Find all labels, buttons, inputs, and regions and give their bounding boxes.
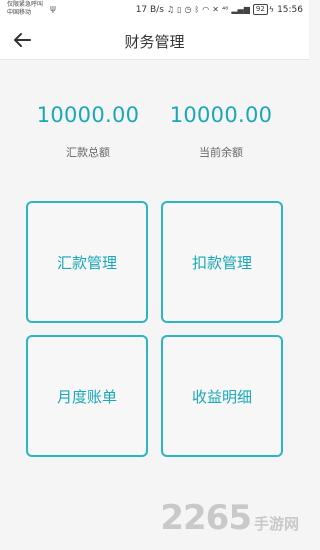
remit-total-value: 10000.00 — [36, 103, 140, 127]
charging-icon: ϟ — [268, 5, 275, 14]
remittance-management-button[interactable]: 汇款管理 — [26, 201, 148, 323]
tile-label: 汇款管理 — [56, 253, 117, 272]
summary-panel: 10000.00 汇款总额 10000.00 当前余额 — [0, 100, 309, 170]
page-title: 财务管理 — [124, 33, 185, 51]
headphones-icon: ♫ — [166, 5, 175, 14]
clock: 15:56 — [277, 4, 303, 15]
current-balance-value: 10000.00 — [169, 103, 273, 127]
signal-type: ⁴⁶ — [221, 5, 229, 14]
deduction-management-button[interactable]: 扣款管理 — [161, 201, 283, 323]
carrier-line-2: 中国移动 — [7, 9, 32, 16]
usb-icon: ψ — [50, 4, 56, 14]
alarm-icon: ◷ — [184, 5, 192, 14]
mute-icon: ✕ — [212, 5, 219, 14]
tile-label: 扣款管理 — [191, 253, 252, 272]
tile-label: 收益明细 — [191, 387, 252, 406]
header-divider — [0, 59, 309, 60]
monthly-bill-button[interactable]: 月度账单 — [26, 335, 148, 457]
income-details-button[interactable]: 收益明细 — [161, 335, 283, 457]
app-header: 财务管理 — [0, 22, 309, 60]
battery-icon: 92 — [252, 4, 268, 15]
tile-label: 月度账单 — [56, 387, 117, 406]
status-bar: 仅限紧急呼叫 中国移动 ψ 17 B/s ♫ ▯ ◷ ᛒ ◠ ✕ ⁴⁶ ▂▄▆ … — [0, 0, 309, 22]
network-speed: 17 B/s — [135, 4, 164, 15]
carrier-info: 仅限紧急呼叫 中国移动 — [7, 1, 43, 17]
watermark: 2265 手游网 — [160, 498, 299, 538]
watermark-text: 手游网 — [253, 515, 299, 533]
signal-icon: ▂▄▆ — [231, 5, 250, 14]
bluetooth-icon: ᛒ — [194, 5, 200, 14]
carrier-line-1: 仅限紧急呼叫 — [7, 1, 44, 8]
status-right: 17 B/s ♫ ▯ ◷ ᛒ ◠ ✕ ⁴⁶ ▂▄▆ 92 ϟ 15:56 — [136, 4, 303, 15]
current-balance-label: 当前余额 — [199, 146, 243, 159]
vibrate-icon: ▯ — [177, 5, 182, 14]
remit-total-label: 汇款总额 — [66, 146, 110, 159]
watermark-number: 2265 — [160, 498, 252, 538]
wifi-icon: ◠ — [202, 5, 210, 14]
